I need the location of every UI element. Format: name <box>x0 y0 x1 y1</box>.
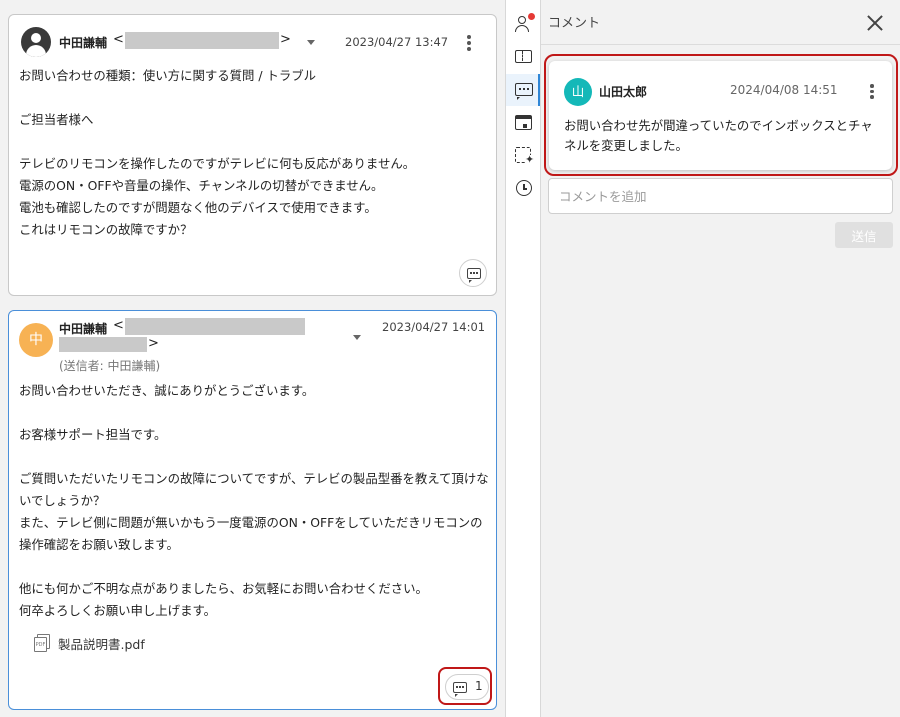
sender-name: 中田謙輔 <box>59 36 108 50</box>
pdf-icon[interactable]: PDF <box>34 634 50 652</box>
ticket-icon[interactable] <box>514 47 534 67</box>
comment-text: お問い合わせ先が間違っていたのでインボックスとチャネルを変更しました。 <box>564 118 873 153</box>
sparkle-icon[interactable]: ✦ <box>514 145 535 165</box>
message-date: 2023/04/27 14:01 <box>382 320 486 334</box>
close-icon[interactable] <box>866 14 884 32</box>
kebab-icon[interactable] <box>870 84 874 101</box>
avatar <box>21 27 51 57</box>
panel-title: コメント <box>548 16 601 31</box>
comment-button[interactable] <box>459 259 487 287</box>
redacted-email-continued <box>59 337 147 352</box>
comment-card: 山 山田太郎 2024/04/08 14:51 お問い合わせ先が間違っていたので… <box>549 61 892 170</box>
comment-count-button[interactable]: 1 <box>445 674 489 700</box>
panel-header: コメント <box>541 0 900 45</box>
message-thread: 中田謙輔 < > 2023/04/27 13:47 お問い合わせの種類：使い方に… <box>0 0 505 717</box>
calendar-icon[interactable] <box>514 112 534 132</box>
redacted-email <box>125 32 279 49</box>
message-date: 2023/04/27 13:47 <box>345 35 449 49</box>
comment-count: 1 <box>475 679 483 693</box>
chevron-down-icon[interactable] <box>353 335 361 340</box>
chevron-down-icon[interactable] <box>307 40 315 45</box>
alarm-icon[interactable] <box>514 177 534 197</box>
notification-dot <box>528 13 535 20</box>
comment-icon <box>453 682 467 697</box>
chat-icon[interactable] <box>514 80 534 100</box>
sender-name: 中田謙輔 <box>59 322 108 336</box>
comment-date: 2024/04/08 14:51 <box>730 83 838 97</box>
person-icon[interactable] <box>514 13 535 34</box>
address-bracket-open: < <box>113 32 124 47</box>
message-body: お問い合わせいただき、誠にありがとうございます。 お客様サポート担当です。 ご質… <box>19 383 489 618</box>
redacted-email <box>125 318 305 335</box>
attachment-link[interactable]: 製品説明書.pdf <box>58 634 145 653</box>
address-bracket-close: > <box>280 32 291 47</box>
message-body: お問い合わせの種類：使い方に関する質問 / トラブル ご担当者様へ テレビのリモ… <box>19 68 416 237</box>
message-card: 中田謙輔 < > 2023/04/27 13:47 お問い合わせの種類：使い方に… <box>8 14 497 296</box>
avatar: 山 <box>564 78 592 106</box>
side-rail: ✦ <box>505 0 541 717</box>
send-button[interactable]: 送信 <box>835 222 893 248</box>
address-bracket-close: > <box>148 336 159 351</box>
comment-author: 山田太郎 <box>599 85 648 99</box>
comment-input[interactable] <box>548 178 893 214</box>
address-bracket-open: < <box>113 318 124 333</box>
kebab-icon[interactable] <box>467 35 471 53</box>
comment-panel: コメント 山 山田太郎 2024/04/08 14:51 お問い合わせ先が間違っ… <box>541 0 900 717</box>
comment-icon <box>467 268 481 283</box>
avatar: 中 <box>19 323 53 357</box>
sent-by-label: (送信者: 中田謙輔) <box>59 359 161 373</box>
